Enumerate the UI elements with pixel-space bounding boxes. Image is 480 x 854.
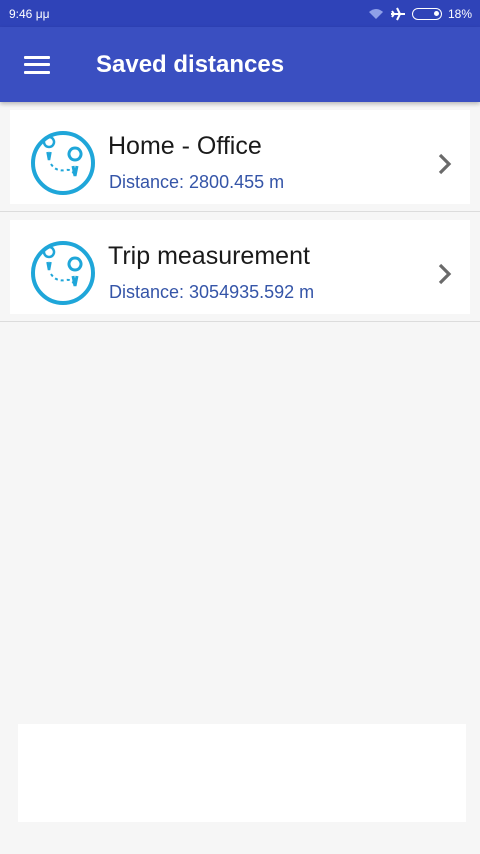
airplane-icon [390, 7, 405, 20]
item-title: Home - Office [108, 132, 262, 160]
item-title: Trip measurement [108, 242, 310, 270]
chevron-right-icon [438, 153, 452, 175]
chevron-right-icon [438, 263, 452, 285]
list-item[interactable]: Trip measurement Distance: 3054935.592 m [0, 212, 480, 322]
list-item[interactable]: Home - Office Distance: 2800.455 m [0, 102, 480, 212]
list-item-card[interactable]: Trip measurement Distance: 3054935.592 m [10, 220, 470, 314]
battery-icon [411, 7, 442, 20]
wifi-icon [368, 8, 383, 19]
item-distance: Distance: 3054935.592 m [109, 282, 315, 302]
hamburger-menu-icon [24, 55, 50, 74]
route-icon [31, 131, 95, 195]
battery-level: 18% [447, 6, 472, 21]
list-item-card[interactable]: Home - Office Distance: 2800.455 m [10, 110, 470, 204]
saved-distances-list: Home - Office Distance: 2800.455 m Trip … [0, 102, 480, 322]
status-icons: 18% [368, 7, 472, 21]
item-distance: Distance: 2800.455 m [109, 172, 285, 192]
ad-banner-area [18, 724, 466, 822]
status-time: 9:46 μμ [9, 6, 50, 21]
app-bar: Saved distances [0, 27, 480, 102]
page-title: Saved distances [96, 50, 285, 78]
menu-button[interactable] [0, 27, 74, 102]
status-bar: 9:46 μμ 18% [0, 0, 480, 27]
route-icon [31, 241, 95, 305]
